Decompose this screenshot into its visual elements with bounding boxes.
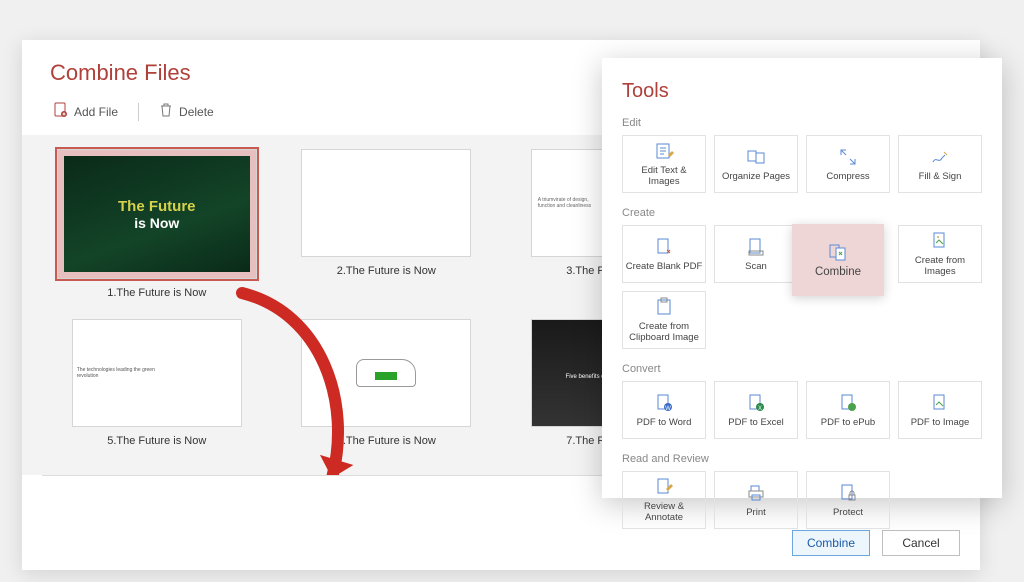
caption-5: 5.The Future is Now bbox=[107, 435, 206, 447]
thumb-cell-6[interactable]: 6.The Future is Now bbox=[278, 319, 496, 451]
tool-label: PDF to Excel bbox=[728, 417, 783, 428]
tool-scan[interactable]: Scan bbox=[714, 225, 798, 283]
delete-button[interactable]: Delete bbox=[155, 98, 218, 125]
tool-pdf-to-word[interactable]: W PDF to Word bbox=[622, 381, 706, 439]
tool-label: Edit Text & Images bbox=[625, 165, 703, 187]
tool-fill-sign[interactable]: Fill & Sign bbox=[898, 135, 982, 193]
tool-label: Organize Pages bbox=[722, 171, 790, 182]
group-review: Review & Annotate Print Protect bbox=[622, 471, 982, 529]
tool-label: Compress bbox=[826, 171, 869, 182]
tool-pdf-to-image[interactable]: PDF to Image bbox=[898, 381, 982, 439]
tool-combine[interactable]: Combine bbox=[792, 224, 884, 296]
thumb-1-line2: is Now bbox=[134, 215, 179, 231]
tool-review-annotate[interactable]: Review & Annotate bbox=[622, 471, 706, 529]
tool-pdf-to-epub[interactable]: PDF to ePub bbox=[806, 381, 890, 439]
tool-label: PDF to Word bbox=[637, 417, 692, 428]
tool-pdf-to-excel[interactable]: X PDF to Excel bbox=[714, 381, 798, 439]
trash-icon bbox=[159, 102, 173, 121]
tool-label: Create from Images bbox=[901, 255, 979, 277]
tool-compress[interactable]: Compress bbox=[806, 135, 890, 193]
svg-text:W: W bbox=[665, 406, 671, 412]
tool-protect[interactable]: Protect bbox=[806, 471, 890, 529]
tool-label: PDF to ePub bbox=[821, 417, 875, 428]
thumb-1-line1: The Future bbox=[118, 198, 196, 215]
thumbnail-6[interactable] bbox=[301, 319, 471, 427]
add-file-button[interactable]: Add File bbox=[50, 98, 122, 125]
tool-organize-pages[interactable]: Organize Pages bbox=[714, 135, 798, 193]
caption-6: 6.The Future is Now bbox=[337, 435, 436, 447]
tool-label: Create Blank PDF bbox=[626, 261, 703, 272]
group-review-label: Read and Review bbox=[622, 453, 982, 465]
group-edit-label: Edit bbox=[622, 117, 982, 129]
thumb-cell-5[interactable]: The technologies leading the green revol… bbox=[48, 319, 266, 451]
add-file-label: Add File bbox=[74, 105, 118, 119]
delete-label: Delete bbox=[179, 105, 214, 119]
tool-label: Print bbox=[746, 507, 766, 518]
tool-label: Combine bbox=[815, 266, 861, 278]
thumbnail-2[interactable] bbox=[301, 149, 471, 257]
tool-label: PDF to Image bbox=[911, 417, 970, 428]
tool-create-blank-pdf[interactable]: Create Blank PDF bbox=[622, 225, 706, 283]
add-file-icon bbox=[54, 102, 68, 121]
thumb-cell-1[interactable]: The Future is Now 1.The Future is Now bbox=[48, 149, 266, 303]
cancel-button[interactable]: Cancel bbox=[882, 530, 960, 556]
caption-1: 1.The Future is Now bbox=[107, 287, 206, 299]
thumbnail-5[interactable]: The technologies leading the green revol… bbox=[72, 319, 242, 427]
tool-print[interactable]: Print bbox=[714, 471, 798, 529]
thumb-cell-2[interactable]: 2.The Future is Now bbox=[278, 149, 496, 303]
toolbar-separator bbox=[138, 103, 139, 121]
thumbnail-1[interactable]: The Future is Now bbox=[57, 149, 257, 279]
tool-edit-text-images[interactable]: Edit Text & Images bbox=[622, 135, 706, 193]
svg-text:X: X bbox=[758, 406, 762, 412]
tool-label: Review & Annotate bbox=[625, 501, 703, 523]
tool-label: Create from Clipboard Image bbox=[625, 321, 703, 343]
group-create-label: Create bbox=[622, 207, 982, 219]
footer-buttons: Combine Cancel bbox=[792, 530, 960, 556]
group-convert-label: Convert bbox=[622, 363, 982, 375]
tool-label: Fill & Sign bbox=[919, 171, 962, 182]
caption-2: 2.The Future is Now bbox=[337, 265, 436, 277]
group-edit: Edit Text & Images Organize Pages Compre… bbox=[622, 135, 982, 193]
tools-panel: Tools Edit Edit Text & Images Organize P… bbox=[602, 58, 1002, 498]
combine-button[interactable]: Combine bbox=[792, 530, 870, 556]
tool-label: Protect bbox=[833, 507, 863, 518]
tools-title: Tools bbox=[622, 80, 982, 103]
tool-create-from-images[interactable]: Create from Images bbox=[898, 225, 982, 283]
group-convert: W PDF to Word X PDF to Excel PDF to ePub P… bbox=[622, 381, 982, 439]
tool-label: Scan bbox=[745, 261, 767, 272]
tool-create-from-clipboard[interactable]: Create from Clipboard Image bbox=[622, 291, 706, 349]
